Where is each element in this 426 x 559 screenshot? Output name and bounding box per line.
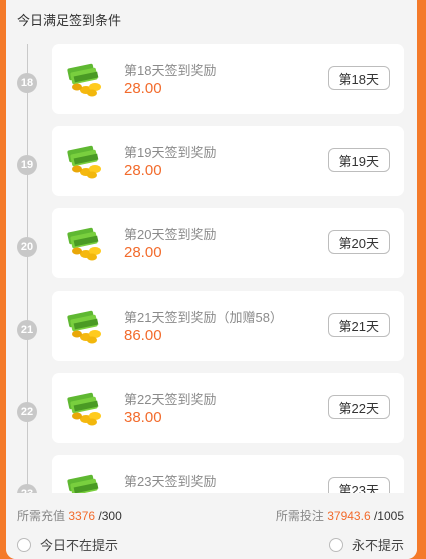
bet-current: 37943.6 (327, 509, 371, 523)
reward-title: 第23天签到奖励 (124, 474, 217, 489)
requirements-footer: 所需充值 3376 /300 所需投注 37943.6 /1005 今日不在提示… (6, 493, 417, 559)
dont-remind-today-radio[interactable] (17, 537, 31, 552)
day-badge: 22 (17, 402, 37, 422)
page-title: 今日满足签到条件 (17, 13, 122, 28)
never-remind-option[interactable]: 永不提示 (328, 535, 404, 554)
bet-requirement: 所需投注 37943.6 /1005 (276, 507, 404, 524)
day-button[interactable]: 第18天 (327, 66, 390, 90)
day-button[interactable]: 第20天 (327, 230, 390, 254)
list-item: 19 第19天签到奖励 28.00 第19天 (6, 126, 417, 196)
bet-label: 所需投注 (275, 509, 324, 523)
money-stack-icon (67, 145, 101, 179)
money-stack-icon (67, 63, 101, 97)
reward-card: 第20天签到奖励 28.00 第20天 (52, 208, 404, 278)
reward-title: 第18天签到奖励 (124, 63, 217, 78)
day-button[interactable]: 第19天 (327, 148, 390, 172)
money-stack-icon (67, 392, 101, 426)
list-item: 18 第18天签到奖励 28.00 第18天 (6, 44, 417, 114)
reward-amount: 38.00 (124, 409, 162, 426)
never-remind-radio[interactable] (328, 537, 343, 552)
reward-amount: 86.00 (124, 327, 162, 344)
reward-card: 第18天签到奖励 28.00 第18天 (52, 44, 404, 114)
day-badge: 21 (17, 320, 37, 340)
reward-amount: 28.00 (124, 244, 162, 261)
reward-card: 第19天签到奖励 28.00 第19天 (52, 126, 404, 196)
day-button[interactable]: 第21天 (327, 313, 390, 337)
list-item: 20 第20天签到奖励 28.00 第20天 (6, 208, 417, 278)
reward-card: 第22天签到奖励 38.00 第22天 (52, 373, 404, 443)
recharge-requirement: 所需充值 3376 /300 (17, 507, 122, 524)
reward-amount: 28.00 (124, 162, 162, 179)
day-badge: 19 (17, 155, 37, 175)
dont-remind-today-option[interactable]: 今日不在提示 (17, 535, 118, 554)
bet-total: /1005 (373, 509, 404, 523)
day-badge: 20 (17, 237, 37, 257)
dont-remind-today-label: 今日不在提示 (40, 538, 119, 553)
reward-title: 第21天签到奖励（加赠58） (124, 310, 283, 325)
reward-title: 第22天签到奖励 (124, 392, 217, 407)
list-item: 22 第22天签到奖励 38.00 第22天 (6, 373, 417, 443)
reward-amount: 28.00 (124, 80, 162, 97)
money-stack-icon (67, 227, 101, 261)
recharge-label: 所需充值 (17, 509, 66, 523)
day-badge: 18 (17, 73, 37, 93)
list-item: 21 第21天签到奖励（加赠58） 86.00 第21天 (6, 291, 417, 361)
sign-in-panel: 今日满足签到条件 18 第18天签到奖励 28.00 第18天 19 第19天签… (6, 0, 417, 559)
day-button[interactable]: 第22天 (327, 395, 390, 419)
reward-title: 第20天签到奖励 (124, 227, 217, 242)
recharge-total: /300 (98, 509, 122, 523)
never-remind-label: 永不提示 (351, 538, 404, 553)
recharge-current: 3376 (68, 509, 96, 523)
reward-title: 第19天签到奖励 (124, 145, 217, 160)
reward-card: 第21天签到奖励（加赠58） 86.00 第21天 (52, 291, 404, 361)
money-stack-icon (67, 310, 101, 344)
